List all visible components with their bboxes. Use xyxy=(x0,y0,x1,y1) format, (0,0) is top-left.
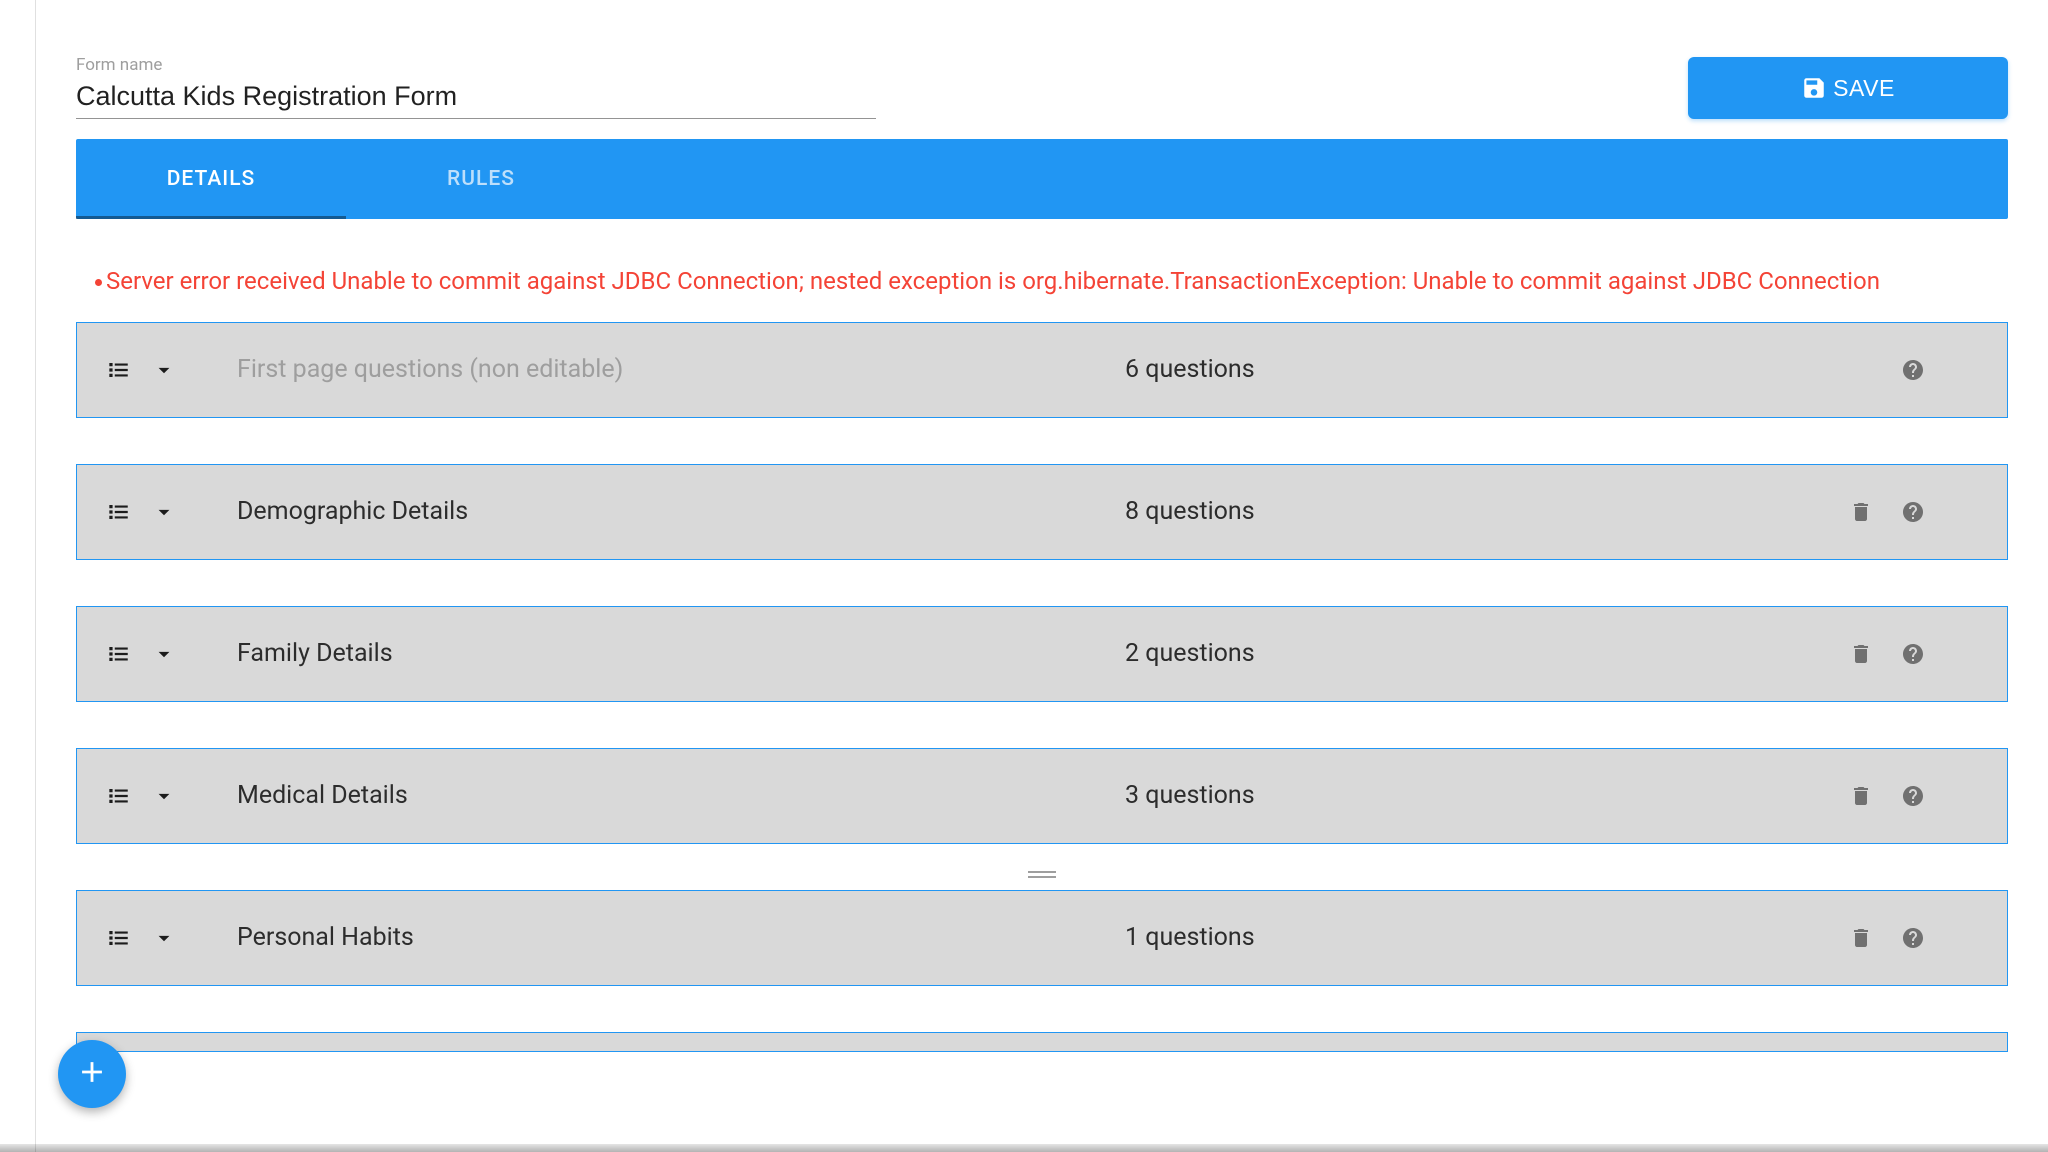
section-question-count: 2 questions xyxy=(1125,639,1849,668)
section-actions xyxy=(1849,500,1925,524)
save-button-label: SAVE xyxy=(1833,75,1895,102)
save-icon xyxy=(1801,75,1827,101)
section-title: Personal Habits xyxy=(237,923,414,952)
help-icon[interactable] xyxy=(1901,358,1925,382)
section-title: Family Details xyxy=(237,639,393,668)
section-card[interactable]: Family Details 2 questions xyxy=(76,606,2008,702)
section-actions xyxy=(1849,926,1925,950)
delete-icon[interactable] xyxy=(1849,926,1873,950)
save-button[interactable]: SAVE xyxy=(1688,57,2008,119)
tab-bar: DETAILS RULES xyxy=(76,139,2008,219)
tab-label: DETAILS xyxy=(167,167,256,191)
form-name-field-block: Form name xyxy=(76,55,876,119)
section-card[interactable]: Demographic Details 8 questions xyxy=(76,464,2008,560)
list-icon[interactable] xyxy=(105,357,131,383)
section-title: Demographic Details xyxy=(237,497,468,526)
help-icon[interactable] xyxy=(1901,642,1925,666)
form-name-label: Form name xyxy=(76,55,876,75)
section-question-count: 1 questions xyxy=(1125,923,1849,952)
list-icon[interactable] xyxy=(105,925,131,951)
section-left: Medical Details xyxy=(105,781,1125,810)
section-actions xyxy=(1849,642,1925,666)
list-icon[interactable] xyxy=(105,641,131,667)
delete-icon[interactable] xyxy=(1849,500,1873,524)
section-actions xyxy=(1901,358,1925,382)
drag-handle-icon[interactable] xyxy=(1028,871,1056,878)
section-left: Demographic Details xyxy=(105,497,1125,526)
help-icon[interactable] xyxy=(1901,926,1925,950)
tab-label: RULES xyxy=(447,167,515,191)
add-section-fab[interactable] xyxy=(58,1040,126,1108)
section-left: First page questions (non editable) xyxy=(105,355,1125,384)
section-question-count: 3 questions xyxy=(1125,781,1849,810)
list-icon[interactable] xyxy=(105,499,131,525)
delete-icon[interactable] xyxy=(1849,784,1873,808)
delete-icon[interactable] xyxy=(1849,642,1873,666)
section-list: First page questions (non editable) 6 que… xyxy=(76,322,2008,1052)
tab-details[interactable]: DETAILS xyxy=(76,139,346,219)
header-row: Form name SAVE xyxy=(76,55,2008,119)
section-left: Family Details xyxy=(105,639,1125,668)
form-name-input[interactable] xyxy=(76,81,876,119)
help-icon[interactable] xyxy=(1901,784,1925,808)
section-question-count: 8 questions xyxy=(1125,497,1849,526)
bottom-shadow xyxy=(0,1144,2048,1152)
section-card[interactable] xyxy=(76,1032,2008,1052)
section-title: Medical Details xyxy=(237,781,408,810)
help-icon[interactable] xyxy=(1901,500,1925,524)
chevron-down-icon[interactable] xyxy=(151,641,177,667)
tab-rules[interactable]: RULES xyxy=(346,139,616,219)
chevron-down-icon[interactable] xyxy=(151,925,177,951)
error-block: Server error received Unable to commit a… xyxy=(116,261,2008,302)
main-content: Form name SAVE DETAILS RULES Server erro… xyxy=(36,0,2048,1052)
section-card[interactable]: First page questions (non editable) 6 que… xyxy=(76,322,2008,418)
error-message: Server error received Unable to commit a… xyxy=(116,261,2008,302)
chevron-down-icon[interactable] xyxy=(151,357,177,383)
section-title: First page questions (non editable) xyxy=(237,355,623,384)
section-question-count: 6 questions xyxy=(1125,355,1901,384)
plus-icon xyxy=(75,1055,109,1093)
list-icon[interactable] xyxy=(105,783,131,809)
chevron-down-icon[interactable] xyxy=(151,499,177,525)
section-actions xyxy=(1849,784,1925,808)
section-left: Personal Habits xyxy=(105,923,1125,952)
section-card[interactable]: Medical Details 3 questions xyxy=(76,748,2008,844)
section-card[interactable]: Personal Habits 1 questions xyxy=(76,890,2008,986)
chevron-down-icon[interactable] xyxy=(151,783,177,809)
